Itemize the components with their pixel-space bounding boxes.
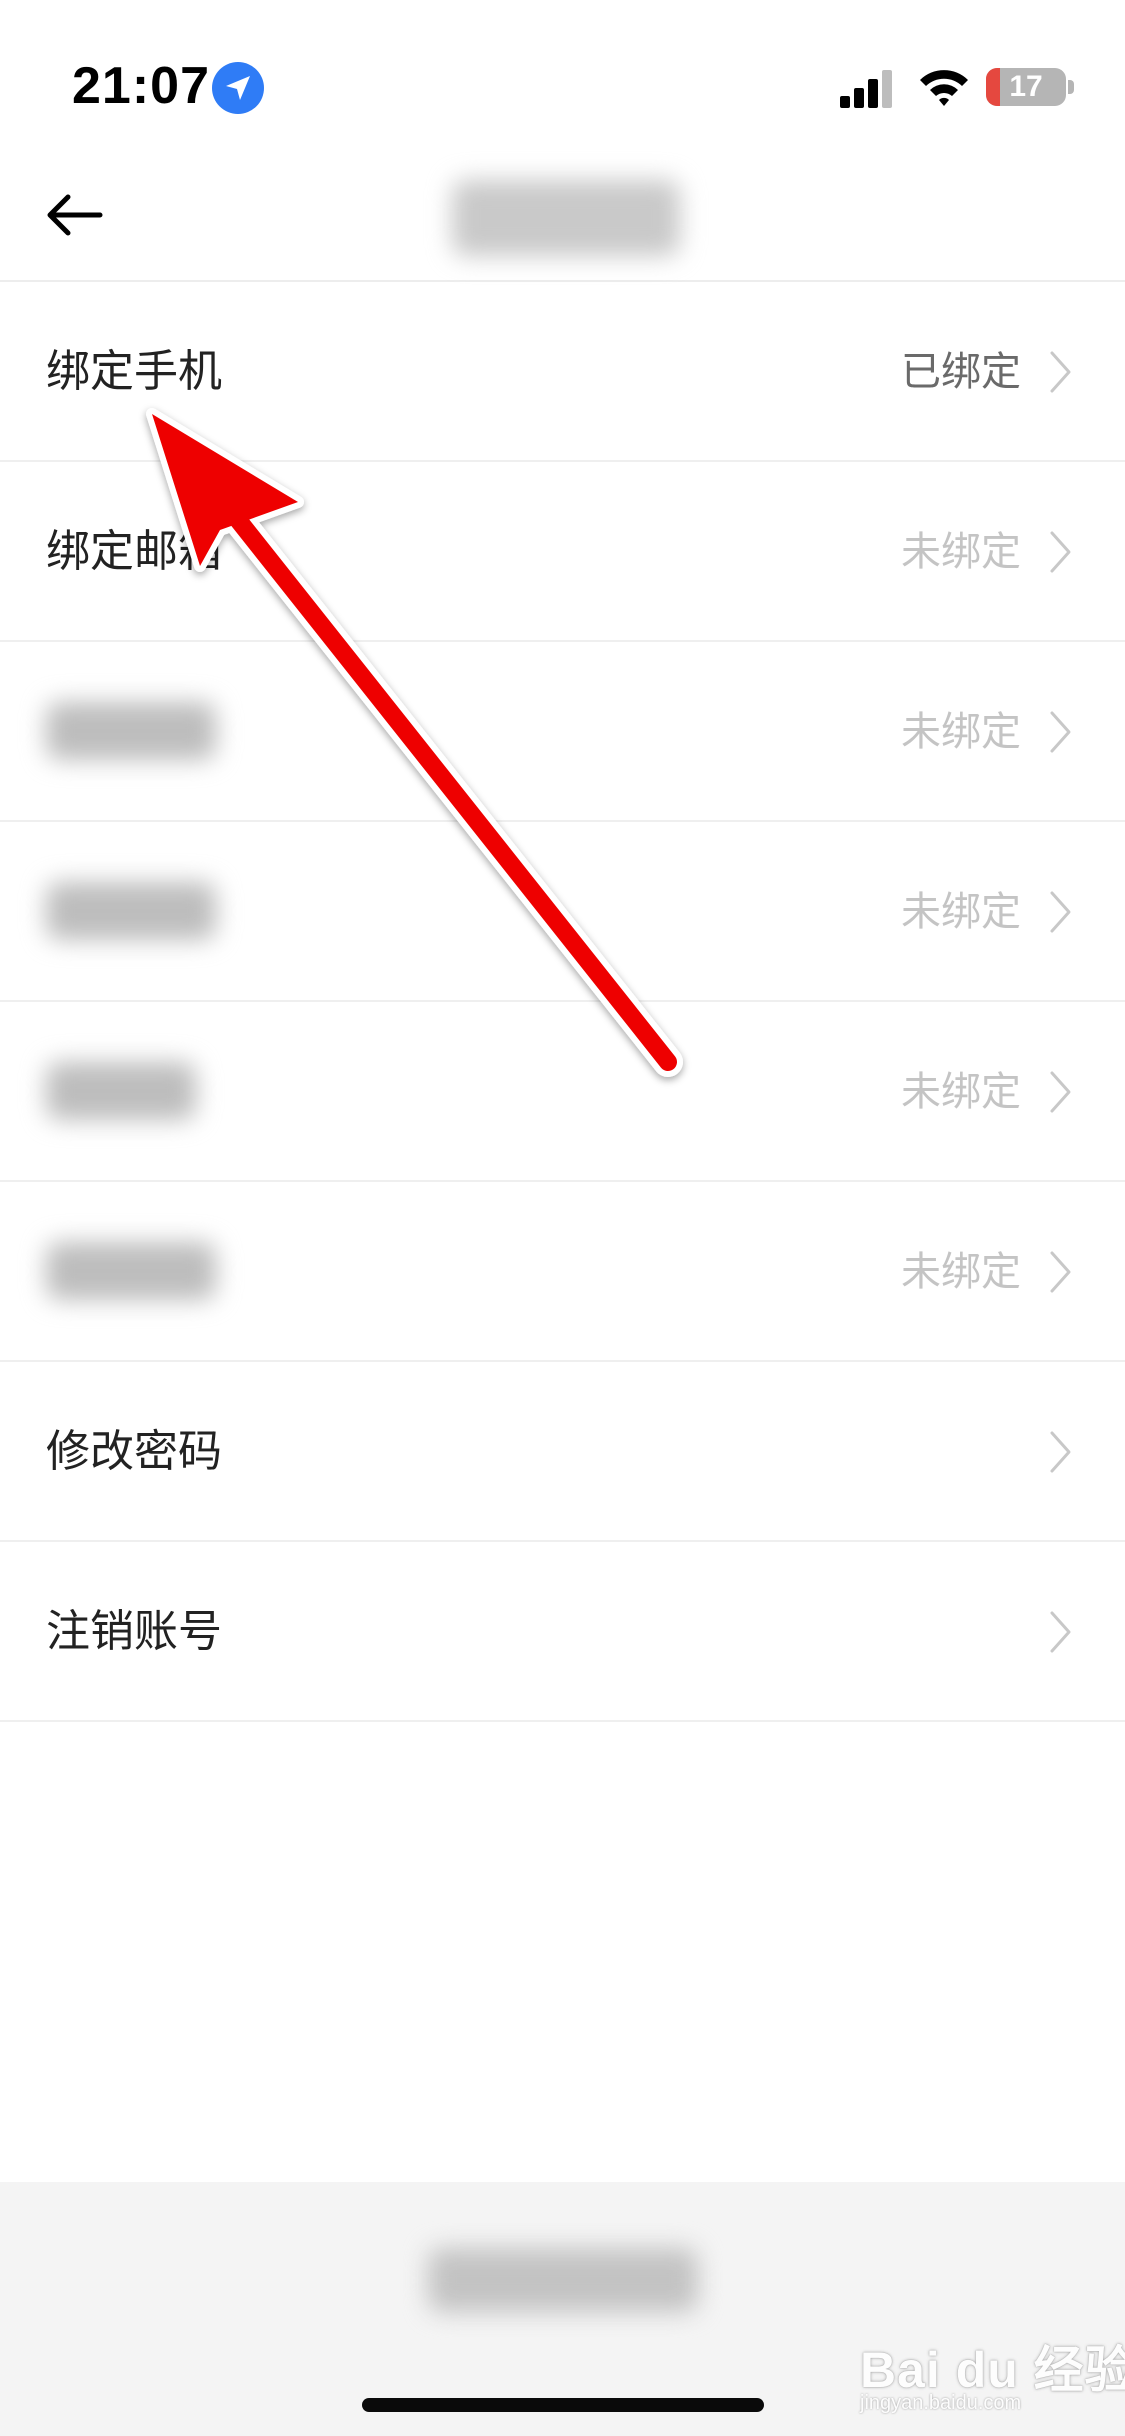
row-label: 修改密码 — [46, 1426, 222, 1477]
row-bind-account-4[interactable]: 未绑定 — [0, 822, 1125, 1002]
row-bind-account-3[interactable]: 未绑定 — [0, 642, 1125, 822]
nav-bar — [0, 150, 1125, 282]
location-arrow-icon — [212, 62, 264, 114]
chevron-right-icon — [1050, 1251, 1071, 1293]
battery-indicator: 17 — [986, 68, 1066, 106]
row-label-blurred — [46, 882, 216, 940]
chevron-right-icon — [1050, 1071, 1071, 1113]
chevron-right-icon — [1050, 711, 1071, 753]
row-label: 绑定手机 — [46, 346, 222, 397]
baidu-jingyan-watermark: Bai du 经验 jingyan.baidu.com — [860, 2312, 1125, 2414]
chevron-right-icon — [1050, 531, 1071, 573]
bottom-action-blurred[interactable] — [428, 2248, 698, 2312]
arrow-left-icon[interactable] — [42, 182, 108, 248]
row-label-blurred — [46, 1242, 216, 1300]
row-label-blurred — [46, 1062, 196, 1120]
chevron-right-icon — [1050, 1431, 1071, 1473]
screen: 21:07 17 绑定手机 已绑定 绑定邮箱 未绑定 未绑定 未绑定 未绑定 未… — [0, 0, 1125, 2436]
row-label: 绑定邮箱 — [46, 526, 222, 577]
row-status: 未绑定 — [901, 1069, 1021, 1115]
home-indicator[interactable] — [362, 2398, 764, 2412]
wifi-icon — [920, 70, 968, 106]
battery-cap — [1068, 80, 1074, 94]
row-delete-account[interactable]: 注销账号 — [0, 1542, 1125, 1722]
row-status: 未绑定 — [901, 529, 1021, 575]
page-title-blurred — [452, 180, 680, 256]
cellular-signal-icon — [840, 70, 892, 108]
row-status: 已绑定 — [901, 349, 1021, 395]
row-bind-account-5[interactable]: 未绑定 — [0, 1002, 1125, 1182]
status-time: 21:07 — [72, 57, 210, 115]
battery-level: 17 — [1009, 70, 1043, 103]
row-status: 未绑定 — [901, 709, 1021, 755]
row-bind-account-6[interactable]: 未绑定 — [0, 1182, 1125, 1362]
status-bar: 21:07 17 — [0, 0, 1125, 150]
row-bind-phone[interactable]: 绑定手机 已绑定 — [0, 282, 1125, 462]
settings-list: 绑定手机 已绑定 绑定邮箱 未绑定 未绑定 未绑定 未绑定 未绑定 修改密码 注… — [0, 282, 1125, 1722]
row-change-password[interactable]: 修改密码 — [0, 1362, 1125, 1542]
chevron-right-icon — [1050, 1611, 1071, 1653]
row-label-blurred — [46, 702, 216, 760]
row-label: 注销账号 — [46, 1606, 222, 1657]
row-status: 未绑定 — [901, 1249, 1021, 1295]
chevron-right-icon — [1050, 351, 1071, 393]
chevron-right-icon — [1050, 891, 1071, 933]
watermark-url: jingyan.baidu.com — [860, 2392, 1022, 2414]
row-bind-email[interactable]: 绑定邮箱 未绑定 — [0, 462, 1125, 642]
row-status: 未绑定 — [901, 889, 1021, 935]
